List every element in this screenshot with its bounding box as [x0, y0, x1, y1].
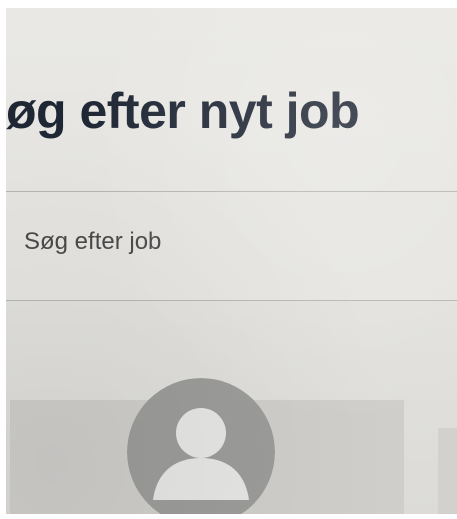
search-bar[interactable] — [6, 191, 457, 301]
adjacent-card[interactable] — [438, 428, 457, 514]
avatar-head — [176, 408, 226, 458]
app-screen: øg efter nyt job — [6, 8, 457, 514]
page-title: øg efter nyt job — [6, 83, 360, 139]
avatar-graphic — [127, 378, 275, 514]
search-input[interactable] — [24, 222, 424, 262]
user-avatar-icon — [127, 378, 275, 514]
